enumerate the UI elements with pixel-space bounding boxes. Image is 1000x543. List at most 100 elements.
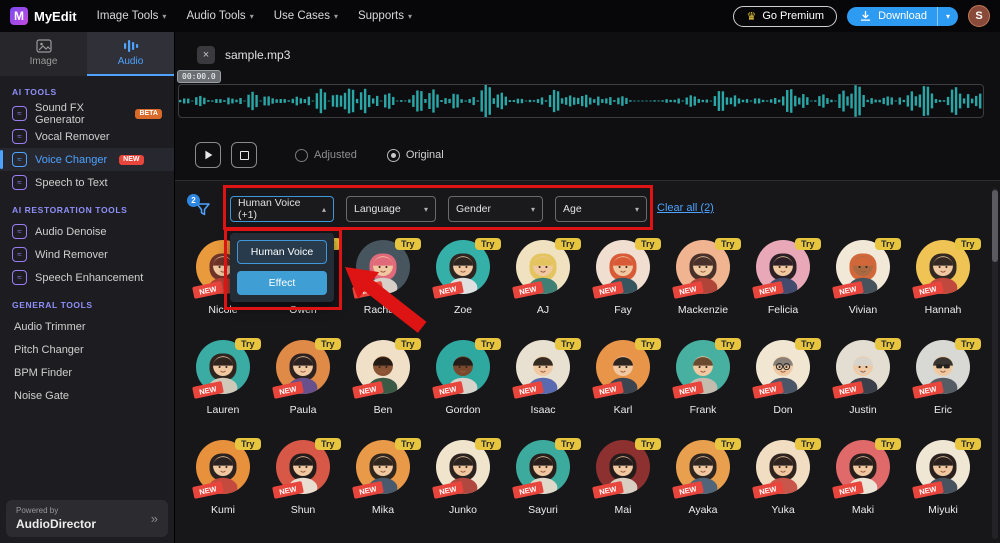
try-badge[interactable]: Try: [555, 238, 581, 250]
try-badge[interactable]: Try: [635, 338, 661, 350]
stop-button[interactable]: [231, 142, 257, 168]
sidebar-item-noise-gate[interactable]: Noise Gate: [0, 384, 174, 407]
try-badge[interactable]: Try: [875, 238, 901, 250]
voice-card-fay[interactable]: Try NEW Fay: [583, 238, 663, 338]
try-badge[interactable]: Try: [475, 238, 501, 250]
nav-menu-supports[interactable]: Supports ▾: [358, 10, 412, 22]
filter-dropdown-gender[interactable]: Gender ▾: [448, 196, 543, 222]
try-badge[interactable]: Try: [315, 338, 341, 350]
scrollbar-thumb[interactable]: [992, 190, 998, 262]
voice-card-eric[interactable]: Try NEW Eric: [903, 338, 983, 438]
scrollbar[interactable]: [992, 188, 998, 539]
voice-name: Yuka: [771, 504, 795, 516]
voice-card-hannah[interactable]: Try NEW Hannah: [903, 238, 983, 338]
voice-card-mackenzie[interactable]: Try NEW Mackenzie: [663, 238, 743, 338]
voice-card-paula[interactable]: Try NEW Paula: [263, 338, 343, 438]
sidebar-item-wind-remover[interactable]: Wind Remover: [0, 243, 174, 266]
voice-card-zoe[interactable]: Try NEW Zoe: [423, 238, 503, 338]
voice-card-aj[interactable]: Try NEW AJ: [503, 238, 583, 338]
voice-card-mika[interactable]: Try NEW Mika: [343, 438, 423, 538]
try-badge[interactable]: Try: [715, 438, 741, 450]
try-badge[interactable]: Try: [795, 238, 821, 250]
voice-card-justin[interactable]: Try NEW Justin: [823, 338, 903, 438]
tab-image[interactable]: Image: [0, 32, 87, 76]
radio-original[interactable]: Original: [386, 148, 444, 162]
close-file-button[interactable]: ×: [197, 46, 215, 64]
voice-card-isaac[interactable]: Try NEW Isaac: [503, 338, 583, 438]
try-badge[interactable]: Try: [715, 238, 741, 250]
try-badge[interactable]: Try: [235, 338, 261, 350]
audiodirector-banner[interactable]: Powered by AudioDirector »: [6, 500, 168, 537]
voice-card-ben[interactable]: Try NEW Ben: [343, 338, 423, 438]
sidebar-item-speech-enhancement[interactable]: Speech Enhancement: [0, 266, 174, 289]
voice-changer-icon: [12, 152, 27, 167]
try-badge[interactable]: Try: [875, 338, 901, 350]
voice-card-shun[interactable]: Try NEW Shun: [263, 438, 343, 538]
voice-card-kumi[interactable]: Try NEW Kumi: [183, 438, 263, 538]
voice-card-frank[interactable]: Try NEW Frank: [663, 338, 743, 438]
voice-card-junko[interactable]: Try NEW Junko: [423, 438, 503, 538]
voice-card-ayaka[interactable]: Try NEW Ayaka: [663, 438, 743, 538]
play-button[interactable]: [195, 142, 221, 168]
voice-card-mai[interactable]: Try NEW Mai: [583, 438, 663, 538]
voice-card-rachael[interactable]: Try NEW Rachael: [343, 238, 423, 338]
try-badge[interactable]: Try: [955, 338, 981, 350]
voice-card-don[interactable]: Try NEW Don: [743, 338, 823, 438]
filter-dropdown-human-voice-1[interactable]: Human Voice (+1) ▴: [230, 196, 334, 222]
download-button[interactable]: Download: [847, 6, 937, 26]
waveform-container[interactable]: [178, 83, 984, 119]
sidebar-item-vocal-remover[interactable]: Vocal Remover: [0, 125, 174, 148]
try-badge[interactable]: Try: [315, 438, 341, 450]
voice-name: Paula: [289, 404, 317, 416]
filter-dropdown-language[interactable]: Language ▾: [346, 196, 436, 222]
try-badge[interactable]: Try: [955, 238, 981, 250]
sidebar-item-sound-fx-generator[interactable]: Sound FX Generator BETA: [0, 102, 174, 126]
voice-card-sayuri[interactable]: Try NEW Sayuri: [503, 438, 583, 538]
try-badge[interactable]: Try: [395, 438, 421, 450]
voice-card-vivian[interactable]: Try NEW Vivian: [823, 238, 903, 338]
sidebar-item-audio-denoise[interactable]: Audio Denoise: [0, 220, 174, 243]
nav-menu-use-cases[interactable]: Use Cases ▾: [274, 10, 338, 22]
try-badge[interactable]: Try: [715, 338, 741, 350]
try-badge[interactable]: Try: [875, 438, 901, 450]
download-dropdown-button[interactable]: ▾: [936, 6, 958, 26]
voice-card-felicia[interactable]: Try NEW Felicia: [743, 238, 823, 338]
sidebar-item-voice-changer[interactable]: Voice Changer NEW: [0, 148, 174, 171]
clear-all-link[interactable]: Clear all (2): [657, 202, 714, 214]
radio-adjusted[interactable]: Adjusted: [295, 148, 357, 162]
try-badge[interactable]: Try: [955, 438, 981, 450]
voice-card-maki[interactable]: Try NEW Maki: [823, 438, 903, 538]
try-badge[interactable]: Try: [235, 438, 261, 450]
voice-card-lauren[interactable]: Try NEW Lauren: [183, 338, 263, 438]
sidebar-item-audio-trimmer[interactable]: Audio Trimmer: [0, 315, 174, 338]
menu-option-effect[interactable]: Effect: [237, 271, 327, 295]
sidebar-item-pitch-changer[interactable]: Pitch Changer: [0, 338, 174, 361]
try-badge[interactable]: Try: [475, 338, 501, 350]
try-badge[interactable]: Try: [635, 438, 661, 450]
voice-card-miyuki[interactable]: Try NEW Miyuki: [903, 438, 983, 538]
voice-card-karl[interactable]: Try NEW Karl: [583, 338, 663, 438]
voice-name: Eric: [933, 404, 953, 416]
try-badge[interactable]: Try: [555, 438, 581, 450]
nav-menu-audio-tools[interactable]: Audio Tools ▾: [186, 10, 253, 22]
sidebar-item-bpm-finder[interactable]: BPM Finder: [0, 361, 174, 384]
try-badge[interactable]: Try: [635, 238, 661, 250]
try-badge[interactable]: Try: [795, 338, 821, 350]
try-badge[interactable]: Try: [555, 338, 581, 350]
account-avatar[interactable]: S: [968, 5, 990, 27]
voice-card-gordon[interactable]: Try NEW Gordon: [423, 338, 503, 438]
try-badge[interactable]: Try: [795, 438, 821, 450]
nav-menu-image-tools[interactable]: Image Tools ▾: [97, 10, 167, 22]
try-badge[interactable]: Try: [475, 438, 501, 450]
voice-card-yuka[interactable]: Try NEW Yuka: [743, 438, 823, 538]
tab-audio[interactable]: Audio: [87, 32, 174, 76]
sidebar-item-speech-to-text[interactable]: Speech to Text: [0, 171, 174, 194]
voice-name: Shun: [290, 504, 316, 516]
filter-button[interactable]: 2: [187, 194, 211, 222]
menu-option-human-voice[interactable]: Human Voice: [237, 240, 327, 264]
try-badge[interactable]: Try: [395, 338, 421, 350]
go-premium-button[interactable]: ♛ Go Premium: [733, 5, 838, 27]
try-badge[interactable]: Try: [395, 238, 421, 250]
filter-dropdown-age[interactable]: Age ▾: [555, 196, 647, 222]
myedit-logo[interactable]: M MyEdit: [10, 7, 77, 25]
